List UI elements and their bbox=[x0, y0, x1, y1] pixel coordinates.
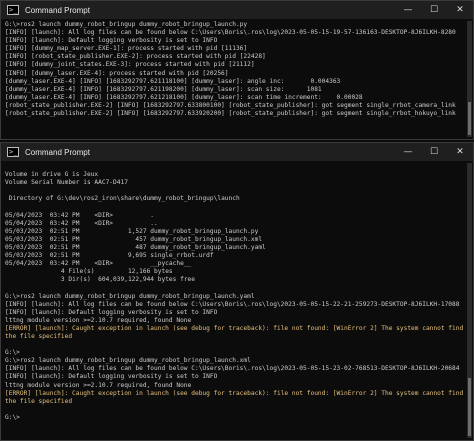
console-line: Volume in drive G is Jeux bbox=[5, 171, 99, 179]
console-line: [robot_state_publisher.EXE-2] [INFO] [16… bbox=[5, 110, 456, 118]
console-line: 05/04/2023 03:42 PM <DIR> . bbox=[5, 211, 155, 219]
console-line: [INFO] [launch]: Default logging verbosi… bbox=[5, 373, 218, 381]
console-line: [dummy_laser.EXE-4] [INFO] [1683292797.6… bbox=[5, 77, 341, 85]
minimize-button[interactable]: — bbox=[395, 1, 421, 19]
console-line: [INFO] [robot_state_publisher.EXE-2]: pr… bbox=[5, 53, 266, 61]
console-output[interactable]: G:\>ros2 launch dummy_robot_bringup dumm… bbox=[1, 19, 473, 118]
terminal-icon: >_ bbox=[7, 147, 19, 157]
command-prompt-window-top[interactable]: >_ Command Prompt — ☐ ✕ G:\>ros2 launch … bbox=[0, 0, 474, 140]
window-title: Command Prompt bbox=[25, 147, 90, 157]
vertical-scrollbar[interactable] bbox=[467, 21, 472, 137]
console-line: G:\>ros2 launch dummy_robot_bringup dumm… bbox=[5, 21, 248, 28]
console-line: Directory of G:\dev\ros2_iron\share\dumm… bbox=[5, 195, 240, 203]
console-line: [INFO] [dummy_map_server.EXE-1]: process… bbox=[5, 45, 248, 53]
console-line: [dummy_laser.EXE-4] [INFO] [1683292797.6… bbox=[5, 93, 363, 101]
maximize-button[interactable]: ☐ bbox=[421, 143, 447, 161]
terminal-icon: >_ bbox=[7, 5, 19, 15]
title-bar[interactable]: >_ Command Prompt — ☐ ✕ bbox=[1, 1, 473, 19]
window-controls: — ☐ ✕ bbox=[395, 143, 473, 161]
minimize-button[interactable]: — bbox=[395, 143, 421, 161]
console-error-line: [ERROR] [launch]: Caught exception in la… bbox=[5, 324, 467, 340]
console-line: [INFO] [dummy_joint_states.EXE-3]: proce… bbox=[5, 61, 255, 69]
console-line: [INFO] [launch]: All log files can be fo… bbox=[5, 365, 460, 373]
console-output[interactable]: Volume in drive G is Jeux Volume Serial N… bbox=[1, 161, 473, 422]
console-line: 05/04/2023 03:42 PM <DIR> .. bbox=[5, 219, 158, 227]
console-line: 05/03/2023 02:51 PM 487 dummy_robot_brin… bbox=[5, 243, 266, 251]
console-line: 05/03/2023 02:51 PM 457 dummy_robot_brin… bbox=[5, 235, 263, 243]
title-bar[interactable]: >_ Command Prompt — ☐ ✕ bbox=[1, 143, 473, 161]
maximize-button[interactable]: ☐ bbox=[421, 1, 447, 19]
console-line: [INFO] [dummy_laser.EXE-4]: process star… bbox=[5, 69, 229, 77]
console-line: 05/04/2023 03:42 PM <DIR> __pycache__ bbox=[5, 260, 192, 268]
console-line: [INFO] [launch]: Default logging verbosi… bbox=[5, 308, 218, 316]
console-line: [robot_state_publisher.EXE-2] [INFO] [16… bbox=[5, 101, 456, 109]
console-line: 4 File(s) 12,166 bytes bbox=[5, 268, 173, 276]
vertical-scrollbar[interactable] bbox=[467, 163, 472, 438]
console-line: lttng module version >=2.10.7 required, … bbox=[5, 316, 192, 324]
scrollbar-thumb[interactable] bbox=[468, 102, 471, 135]
console-line: G:\>ros2 launch dummy_robot_bringup dumm… bbox=[5, 357, 251, 365]
console-line: Volume Serial Number is AAC7-D417 bbox=[5, 179, 128, 187]
command-prompt-window-bottom[interactable]: >_ Command Prompt — ☐ ✕ Volume in drive … bbox=[0, 142, 474, 441]
console-line: G:\> bbox=[5, 413, 20, 421]
console-line: G:\> bbox=[5, 349, 20, 357]
close-button[interactable]: ✕ bbox=[447, 1, 473, 19]
scrollbar-thumb[interactable] bbox=[468, 377, 471, 436]
console-line: [INFO] [launch]: All log files can be fo… bbox=[5, 29, 456, 37]
window-controls: — ☐ ✕ bbox=[395, 1, 473, 19]
console-line: lttng module version >=2.10.7 required, … bbox=[5, 381, 192, 389]
console-line: [dummy_laser.EXE-4] [INFO] [1683292797.6… bbox=[5, 85, 322, 93]
console-error-line: [ERROR] [launch]: Caught exception in la… bbox=[5, 389, 467, 405]
console-line: 05/03/2023 02:51 PM 1,527 dummy_robot_br… bbox=[5, 227, 259, 235]
close-button[interactable]: ✕ bbox=[447, 143, 473, 161]
console-line: 3 Dir(s) 604,039,122,944 bytes free bbox=[5, 276, 195, 284]
console-line: [INFO] [launch]: All log files can be fo… bbox=[5, 300, 460, 308]
window-title: Command Prompt bbox=[25, 5, 90, 15]
console-line: [INFO] [launch]: Default logging verbosi… bbox=[5, 37, 218, 45]
console-line: G:\>ros2 launch dummy_robot_bringup dumm… bbox=[5, 292, 255, 300]
console-line: 05/03/2023 02:51 PM 9,695 single_rrbot.u… bbox=[5, 252, 214, 260]
